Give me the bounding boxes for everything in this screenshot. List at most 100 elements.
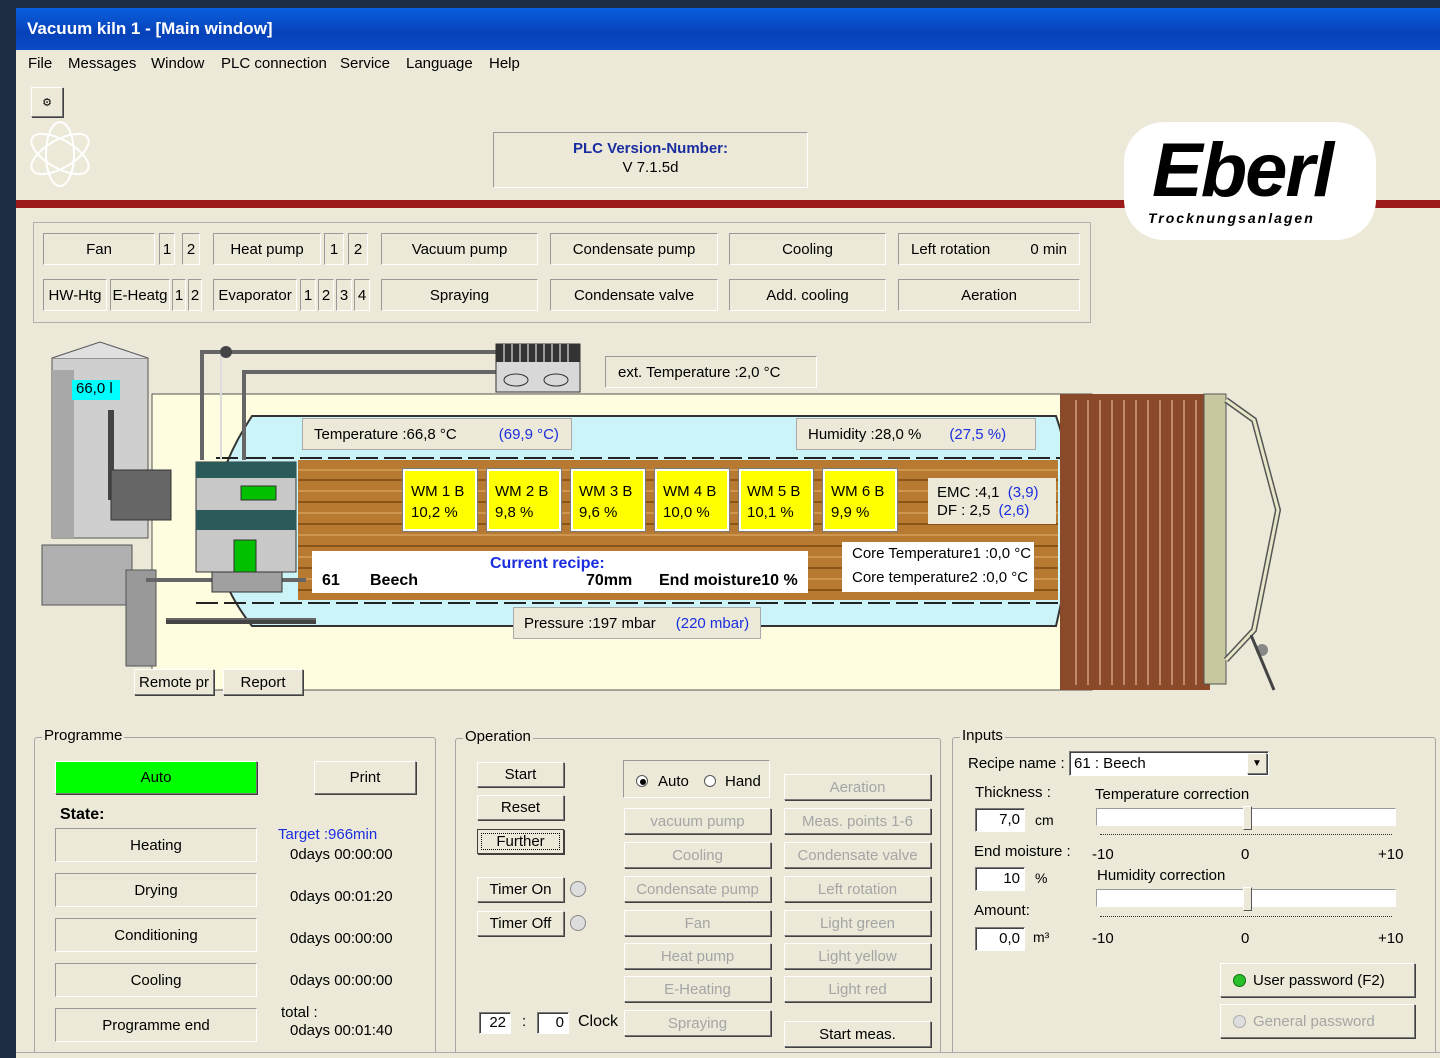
status-add-cooling: Add. cooling — [729, 279, 886, 311]
state-label: State: — [60, 806, 105, 823]
programme-auto-button[interactable]: Auto — [55, 761, 257, 794]
general-password-led-icon — [1233, 1014, 1246, 1028]
status-left-rotation: Left rotation 0 min — [898, 233, 1080, 265]
eberl-logo: Eberl Trocknungsanlagen — [1124, 122, 1376, 240]
spraying-button[interactable]: Spraying — [624, 1010, 771, 1036]
pressure-setpoint: (220 mbar) — [675, 614, 750, 632]
programme-title: Programme — [42, 727, 125, 744]
light-green-button[interactable]: Light green — [784, 910, 931, 936]
light-yellow-button[interactable]: Light yellow — [784, 943, 931, 969]
status-hw-htg: HW-Htg — [43, 279, 107, 311]
recipe-name-select[interactable]: 61 : Beech ▼ — [1069, 751, 1269, 776]
timer-on-button[interactable]: Timer On — [477, 877, 564, 902]
user-password-label: User password (F2) — [1253, 971, 1385, 989]
menu-plc-connection[interactable]: PLC connection — [221, 55, 327, 72]
left-rotation-value: 0 min — [1030, 240, 1067, 258]
df-value: DF : 2,5 — [937, 502, 991, 519]
thickness-input[interactable]: 7,0 — [975, 808, 1025, 832]
logo-text: Eberl — [1152, 128, 1334, 213]
step-cooling: Cooling — [55, 963, 257, 997]
step-drying: Drying — [55, 873, 257, 907]
auto-radio-label: Auto — [658, 773, 689, 790]
thickness-label: Thickness : — [975, 784, 1051, 801]
wm-1: WM 1 B 10,2 % — [402, 468, 478, 532]
status-hp-2: 2 — [348, 233, 368, 265]
condensate-valve-button[interactable]: Condensate valve — [784, 842, 931, 868]
vacuum-pump-button[interactable]: vacuum pump — [624, 808, 771, 834]
core-temperature-2: Core temperature2 :0,0 °C — [852, 569, 1029, 586]
cooling-button[interactable]: Cooling — [624, 842, 771, 868]
status-condensate-valve: Condensate valve — [550, 279, 718, 311]
pressure-box: Pressure :197 mbar (220 mbar) — [513, 607, 761, 639]
title-bar: Vacuum kiln 1 - [Main window] — [16, 8, 1440, 50]
menu-language[interactable]: Language — [406, 55, 473, 72]
heat-pump-button[interactable]: Heat pump — [624, 943, 771, 969]
user-password-button[interactable]: User password (F2) — [1220, 963, 1415, 997]
menu-window[interactable]: Window — [151, 55, 204, 72]
wm-5: WM 5 B 10,1 % — [738, 468, 814, 532]
wm-4-name: WM 4 B — [663, 483, 717, 500]
amount-label: Amount: — [974, 902, 1030, 919]
step-conditioning-time: 0days 00:00:00 — [290, 930, 393, 947]
end-moisture-input[interactable]: 10 — [975, 867, 1025, 891]
timer-off-button[interactable]: Timer Off — [477, 911, 564, 936]
menu-file[interactable]: File — [28, 55, 52, 72]
connect-icon[interactable]: ⚙ — [31, 87, 63, 117]
humidity-correction-label: Humidity correction — [1097, 867, 1226, 884]
start-meas-button[interactable]: Start meas. — [784, 1021, 931, 1047]
clock-minute-input[interactable]: 0 — [537, 1012, 569, 1034]
status-ev-3: 3 — [336, 279, 352, 311]
left-rotation-label: Left rotation — [911, 240, 991, 258]
emc-df-box: EMC :4,1 (3,9) DF : 2,5 (2,6) — [928, 478, 1056, 524]
wm-3-value: 9,6 % — [579, 504, 618, 521]
temperature-setpoint: (69,9 °C) — [498, 425, 559, 443]
wm-2-name: WM 2 B — [495, 483, 549, 500]
timer-off-indicator-icon — [570, 915, 586, 931]
light-red-button[interactable]: Light red — [784, 976, 931, 1002]
step-conditioning: Conditioning — [55, 918, 257, 952]
user-password-led-icon — [1233, 973, 1246, 987]
core-temperature-box: Core Temperature1 :0,0 °C Core temperatu… — [842, 542, 1034, 592]
condensate-pump-button[interactable]: Condensate pump — [624, 876, 771, 902]
status-aeration: Aeration — [898, 279, 1080, 311]
menu-help[interactable]: Help — [489, 55, 520, 72]
logo-subtitle: Trocknungsanlagen — [1148, 210, 1315, 226]
amount-input[interactable]: 0,0 — [975, 927, 1025, 951]
status-vacuum-pump: Vacuum pump — [381, 233, 538, 265]
target-label: Target :966min — [278, 826, 378, 843]
core-temperature-1: Core Temperature1 :0,0 °C — [852, 545, 1032, 562]
left-rotation-button[interactable]: Left rotation — [784, 876, 931, 902]
menu-service[interactable]: Service — [340, 55, 390, 72]
reset-button[interactable]: Reset — [477, 795, 564, 820]
temp-scale-max: +10 — [1378, 846, 1404, 863]
hand-radio[interactable] — [704, 775, 716, 787]
e-heating-button[interactable]: E-Heating — [624, 976, 771, 1002]
aeration-button[interactable]: Aeration — [784, 774, 931, 800]
menu-messages[interactable]: Messages — [68, 55, 136, 72]
wm-6-value: 9,9 % — [831, 504, 870, 521]
step-drying-time: 0days 00:01:20 — [290, 888, 393, 905]
further-button[interactable]: Further — [477, 829, 564, 854]
recipe-title: Current recipe: — [490, 555, 605, 572]
status-eh-1: 1 — [172, 279, 186, 311]
recipe-name-value: 61 : Beech — [1074, 755, 1146, 772]
humidity-value: Humidity :28,0 % — [808, 425, 922, 443]
meas-points-button[interactable]: Meas. points 1-6 — [784, 808, 931, 834]
fan-button[interactable]: Fan — [624, 910, 771, 936]
temperature-correction-thumb[interactable] — [1243, 806, 1252, 830]
chevron-down-icon[interactable]: ▼ — [1247, 753, 1267, 774]
start-button[interactable]: Start — [477, 762, 564, 787]
auto-radio[interactable] — [636, 775, 648, 787]
temperature-correction-ticks — [1100, 834, 1392, 840]
clock-colon: : — [522, 1013, 527, 1030]
step-programme-end: Programme end — [55, 1008, 257, 1042]
humidity-correction-thumb[interactable] — [1243, 887, 1252, 911]
remote-button[interactable]: Remote pr — [134, 669, 214, 695]
general-password-button[interactable]: General password — [1220, 1004, 1415, 1038]
temperature-box: Temperature :66,8 °C (69,9 °C) — [302, 418, 572, 450]
status-eh-2: 2 — [188, 279, 202, 311]
clock-hour-input[interactable]: 22 — [479, 1012, 511, 1034]
status-heat-pump: Heat pump — [213, 233, 321, 265]
report-button[interactable]: Report — [223, 669, 303, 695]
print-button[interactable]: Print — [314, 761, 416, 794]
